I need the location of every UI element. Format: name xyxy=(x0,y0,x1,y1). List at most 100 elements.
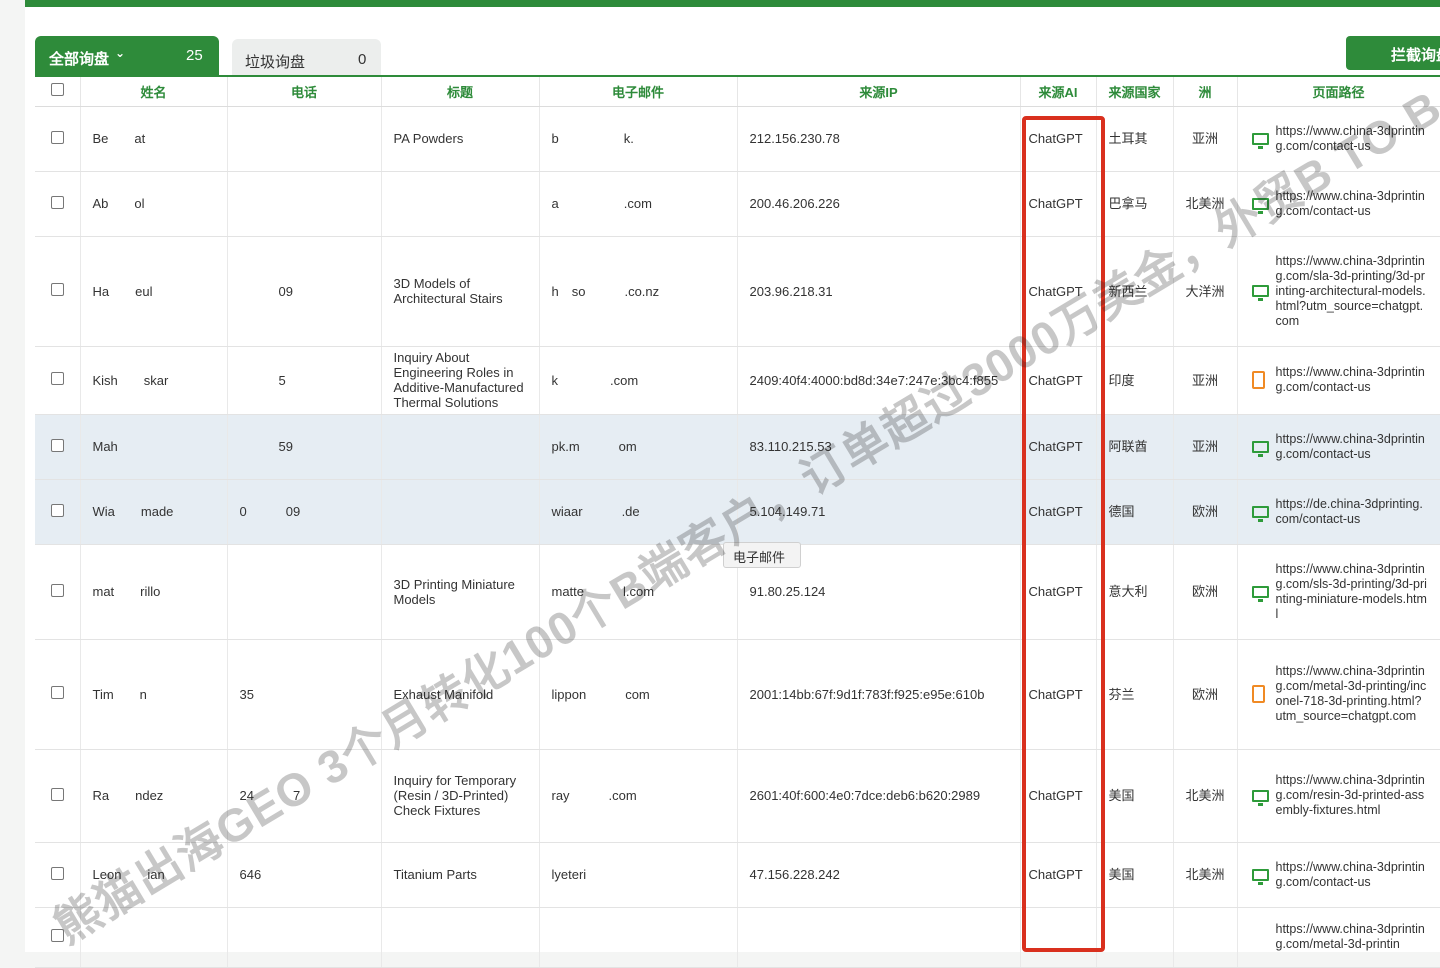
cell-page-path[interactable]: https://www.china-3dprinting.com/metal-3… xyxy=(1237,907,1440,968)
tablet-icon xyxy=(1251,371,1265,389)
row-checkbox[interactable] xyxy=(35,749,81,843)
tab-all-label: 全部询盘 xyxy=(49,51,110,68)
cell-source-ip-text: 2601:40f:600:4e0:7dce:deb6:b620:2989 xyxy=(749,788,981,803)
cell-continent: 北美洲 xyxy=(1173,842,1238,908)
tab-spam-count: 0 xyxy=(358,51,367,68)
checkbox[interactable] xyxy=(50,195,64,209)
row-checkbox[interactable] xyxy=(35,414,81,480)
cell-phone xyxy=(227,544,382,640)
cell-email-text: lippon com xyxy=(551,686,650,702)
table-row[interactable]: Tim n 35 Exhaust Manifold lippon com 2001:14… xyxy=(35,639,1440,750)
column-header-title[interactable]: 标题 xyxy=(381,75,540,107)
cell-page-path[interactable]: https://www.china-3dprinting.com/sls-3d-… xyxy=(1237,544,1440,640)
cell-country-text: 美国 xyxy=(1108,867,1135,882)
checkbox[interactable] xyxy=(50,583,64,597)
cell-page-path[interactable]: https://www.china-3dprinting.com/contact… xyxy=(1237,346,1440,415)
cell-phone xyxy=(227,171,382,237)
cell-country-text: 芬兰 xyxy=(1108,686,1135,702)
cell-page-path[interactable]: https://www.china-3dprinting.com/contact… xyxy=(1237,414,1440,480)
cell-country-text: 印度 xyxy=(1108,372,1135,388)
table-row[interactable]: Mah 59 pk.m om 83.110.215.53 ChatGPT 阿联酋 亚洲 ht… xyxy=(35,414,1440,480)
cell-continent: 亚洲 xyxy=(1173,414,1238,480)
cell-source-ip: 200.46.206.226 xyxy=(737,171,1021,237)
cell-email-text: ray .com xyxy=(551,788,637,803)
column-header-source-ip[interactable]: 来源IP xyxy=(737,75,1021,107)
row-checkbox[interactable] xyxy=(35,544,81,640)
cell-name: Mah xyxy=(80,414,228,480)
cell-phone-text: 0 09 xyxy=(239,504,301,519)
cell-title xyxy=(381,414,540,480)
table-row[interactable]: https://www.china-3dprinting.com/metal-3… xyxy=(35,907,1440,968)
table-row[interactable]: Be at PA Powders b k. 212.156.230.78 ChatGPT… xyxy=(35,106,1440,172)
row-checkbox[interactable] xyxy=(35,106,81,172)
cell-source-ip-text: 212.156.230.78 xyxy=(749,131,840,146)
cell-name-text: Ab ol xyxy=(92,196,145,211)
cell-email-text: k .com xyxy=(551,372,639,388)
cell-continent: 欧洲 xyxy=(1173,639,1238,750)
cell-page-path[interactable]: https://www.china-3dprinting.com/metal-3… xyxy=(1237,639,1440,750)
cell-email: lyeteri xyxy=(539,842,738,908)
column-header-email[interactable]: 电子邮件 xyxy=(539,75,738,107)
cell-email: pk.m om xyxy=(539,414,738,480)
cell-country: 美国 xyxy=(1096,749,1174,843)
cell-continent: 北美洲 xyxy=(1173,749,1238,843)
cell-email-text: lyeteri xyxy=(551,867,626,882)
block-inquiry-button[interactable]: 拦截询盘 xyxy=(1346,36,1440,70)
column-header-country[interactable]: 来源国家 xyxy=(1096,75,1174,107)
cell-source-ip: 2601:40f:600:4e0:7dce:deb6:b620:2989 xyxy=(737,749,1021,843)
cell-source-ip-text: 203.96.218.31 xyxy=(749,283,833,299)
cell-name-text: Be at xyxy=(92,131,146,146)
cell-phone-text: 09 xyxy=(239,283,293,299)
cell-phone: 5 xyxy=(227,346,382,415)
cell-name-text: mat rillo xyxy=(92,584,161,599)
cell-page-path[interactable]: https://de.china-3dprinting.com/contact-… xyxy=(1237,479,1440,545)
cell-page-path-text: https://de.china-3dprinting.com/contact-… xyxy=(1275,496,1423,526)
cell-country: 印度 xyxy=(1096,346,1174,415)
row-checkbox[interactable] xyxy=(35,236,81,347)
column-header-source-ai[interactable]: 来源AI xyxy=(1020,75,1097,107)
cell-name: Be at xyxy=(80,106,228,172)
cell-source-ip-text: 47.156.228.242 xyxy=(749,867,840,882)
table-row[interactable]: Kish skar 5 Inquiry About Engineering Rol… xyxy=(35,346,1440,415)
checkbox[interactable] xyxy=(50,866,64,880)
top-accent-bar xyxy=(25,0,1440,7)
row-checkbox[interactable] xyxy=(35,479,81,545)
cell-page-path[interactable]: https://www.china-3dprinting.com/sla-3d-… xyxy=(1237,236,1440,347)
cell-continent: 欧洲 xyxy=(1173,544,1238,640)
row-checkbox[interactable] xyxy=(35,346,81,415)
checkbox[interactable] xyxy=(50,787,64,801)
cell-country-text: 阿联酋 xyxy=(1108,439,1148,454)
cell-name-text: Mah xyxy=(92,439,118,454)
desktop-monitor-icon xyxy=(1251,789,1269,806)
cell-title: Titanium Parts xyxy=(381,842,540,908)
tab-spam-label: 垃圾询盘 xyxy=(245,54,306,71)
checkbox[interactable] xyxy=(50,283,64,296)
cell-country-text: 巴拿马 xyxy=(1108,196,1148,211)
checkbox[interactable] xyxy=(50,130,64,144)
checkbox[interactable] xyxy=(50,438,64,452)
cell-country: 阿联酋 xyxy=(1096,414,1174,480)
cell-name-text: Ra ndez xyxy=(92,788,164,803)
tab-spam-inquiries[interactable]: 垃圾询盘 0 xyxy=(232,39,381,76)
cell-page-path[interactable]: https://www.china-3dprinting.com/resin-3… xyxy=(1237,749,1440,843)
column-header-name[interactable]: 姓名 xyxy=(80,75,228,107)
cell-title xyxy=(381,479,540,545)
cell-page-path-text: https://www.china-3dprinting.com/sls-3d-… xyxy=(1275,561,1427,621)
cell-title xyxy=(381,907,540,968)
checkbox[interactable] xyxy=(50,372,64,385)
checkbox[interactable] xyxy=(50,686,64,699)
checkbox[interactable] xyxy=(50,503,64,517)
cell-source-ip-text: 2001:14bb:67f:9d1f:783f:f925:e95e:610b xyxy=(749,686,985,702)
cell-name: Tim n xyxy=(80,639,228,750)
select-all-checkbox[interactable] xyxy=(35,75,81,107)
column-header-phone[interactable]: 电话 xyxy=(227,75,382,107)
cell-name: mat rillo xyxy=(80,544,228,640)
cell-page-path[interactable]: https://www.china-3dprinting.com/contact… xyxy=(1237,842,1440,908)
column-header-continent[interactable]: 洲 xyxy=(1173,75,1238,107)
row-checkbox[interactable] xyxy=(35,639,81,750)
cell-title: Inquiry for Temporary (Resin / 3D-Printe… xyxy=(381,749,540,843)
cell-continent-text: 亚洲 xyxy=(1191,372,1218,388)
chevron-down-icon[interactable]: ⌄ xyxy=(115,46,125,60)
tab-all-inquiries[interactable]: 全部询盘 ⌄ 25 xyxy=(35,36,219,76)
row-checkbox[interactable] xyxy=(35,171,81,237)
